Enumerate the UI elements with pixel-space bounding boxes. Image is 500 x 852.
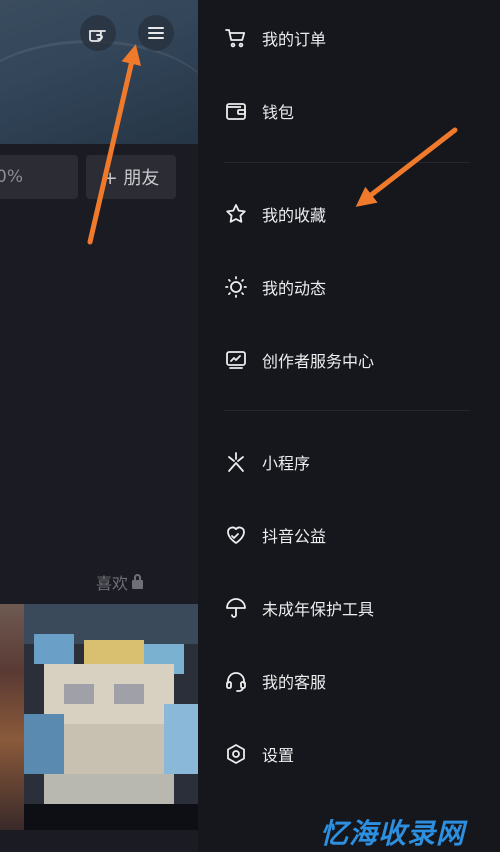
likes-label: 喜欢 [96, 574, 129, 593]
menu-item-label: 我的动态 [262, 279, 327, 298]
divider [224, 410, 470, 411]
profile-page-panel: 0% + 朋友 喜欢 [0, 0, 198, 852]
menu-item-mini-programs[interactable]: 小程序 [224, 446, 310, 478]
profile-progress-field[interactable]: 0% [0, 155, 78, 199]
headset-icon [226, 672, 246, 692]
menu-item-label: 抖音公益 [262, 527, 327, 546]
umbrella-icon [226, 598, 246, 618]
menu-item-label: 我的客服 [262, 673, 327, 692]
menu-button[interactable] [138, 15, 174, 51]
chart-monitor-icon [226, 351, 246, 369]
cart-icon [225, 29, 246, 48]
menu-item-customer-service[interactable]: 我的客服 [224, 665, 326, 697]
hexagon-settings-icon [227, 744, 245, 764]
mini-program-icon [228, 452, 244, 472]
menu-item-settings[interactable]: 设置 [224, 738, 294, 770]
add-friend-button[interactable]: + 朋友 [86, 155, 176, 199]
menu-item-label: 小程序 [262, 454, 311, 473]
menu-item-label: 未成年保护工具 [262, 600, 375, 619]
menu-item-label: 钱包 [262, 103, 295, 122]
watermark-logo: 忆海收录网 [320, 817, 466, 850]
menu-item-creator-center[interactable]: 创作者服务中心 [224, 344, 374, 376]
menu-item-charity[interactable]: 抖音公益 [224, 519, 326, 551]
menu-item-label: 我的订单 [262, 30, 327, 49]
menu-item-label: 创作者服务中心 [262, 352, 375, 371]
menu-item-label: 我的收藏 [262, 206, 327, 225]
menu-item-orders[interactable]: 我的订单 [224, 22, 326, 54]
lock-icon [132, 574, 144, 589]
wallet-icon [226, 103, 246, 120]
divider [224, 162, 470, 163]
side-drawer-menu: 我的订单 钱包 我的收藏 我的动态 创作者服务中心 小程序 抖音公益 未成年保护… [198, 0, 500, 852]
menu-item-minor-protection[interactable]: 未成年保护工具 [224, 592, 374, 624]
hamburger-menu-icon [148, 27, 164, 39]
video-thumbnail[interactable] [24, 604, 198, 830]
heart-icon [227, 526, 245, 544]
hand-pointer-icon [89, 30, 106, 42]
menu-item-activity[interactable]: 我的动态 [224, 271, 326, 303]
video-thumbnail[interactable] [0, 604, 24, 830]
likes-tab[interactable]: 喜欢 [96, 570, 144, 594]
sun-icon [225, 276, 247, 298]
menu-item-favorites[interactable]: 我的收藏 [224, 198, 326, 230]
menu-item-label: 设置 [262, 746, 295, 765]
hand-pointer-button[interactable] [80, 15, 116, 51]
menu-item-wallet[interactable]: 钱包 [224, 95, 294, 127]
star-icon [226, 204, 246, 223]
